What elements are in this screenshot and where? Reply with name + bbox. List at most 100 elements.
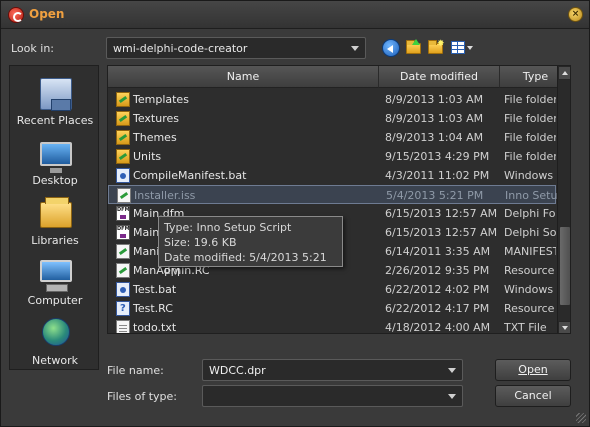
folder-file-icon (116, 92, 130, 107)
place-label: Computer (27, 294, 83, 307)
green-file-icon (116, 263, 130, 278)
file-row[interactable]: CompileManifest.bat 4/3/2011 11:02 PM Wind… (108, 166, 556, 185)
vertical-scrollbar[interactable] (557, 66, 570, 333)
place-network[interactable]: Network (10, 310, 100, 368)
column-header-date[interactable]: Date modified (379, 66, 500, 88)
app-icon (8, 7, 24, 23)
new-folder-icon[interactable]: ✸ (427, 39, 445, 57)
file-row[interactable]: Themes 8/9/2013 1:04 AM File folder (108, 128, 556, 147)
computer-icon (40, 260, 72, 292)
window-title: Open (29, 7, 65, 21)
chevron-down-icon[interactable] (351, 46, 359, 51)
file-name-cell: Main (133, 226, 160, 239)
rc-file-icon (116, 299, 130, 318)
open-button-label: Open (518, 363, 548, 376)
files-of-type-select[interactable] (202, 385, 463, 407)
file-row[interactable]: Units 9/15/2013 4:29 PM File folder (108, 147, 556, 166)
batch-file-icon (116, 282, 130, 297)
look-in-combo[interactable]: wmi-delphi-code-creator (106, 37, 366, 59)
file-row[interactable]: Test.RC 6/22/2012 4:17 PM Resource (108, 299, 556, 318)
file-name-value: WDCC.dpr (209, 364, 266, 377)
tooltip-type: Type: Inno Setup Script (164, 221, 292, 234)
chevron-down-icon[interactable] (448, 394, 456, 399)
place-label: Network (32, 354, 78, 367)
green-file-icon (116, 244, 130, 259)
libraries-icon (40, 197, 72, 228)
file-date-cell: 4/3/2011 11:02 PM (385, 169, 490, 182)
chevron-down-icon[interactable] (448, 368, 456, 373)
file-list[interactable]: Name Date modified Type Templates 8/9/201… (107, 65, 571, 334)
file-date-cell: 2/26/2012 9:35 PM (385, 264, 490, 277)
file-date-cell: 8/9/2013 1:04 AM (385, 131, 484, 144)
file-name-cell: Themes (133, 131, 177, 144)
file-name-cell: CompileManifest.bat (133, 169, 247, 182)
file-row[interactable]: Installer.iss 5/4/2013 5:21 PM Inno Setup (108, 185, 557, 204)
file-name-field[interactable]: WDCC.dpr (202, 359, 463, 381)
title-bar[interactable]: Open × (1, 1, 589, 29)
open-button[interactable]: Open (495, 359, 571, 381)
file-name-cell: Textures (133, 112, 179, 125)
file-type-cell: TXT File (504, 321, 547, 334)
file-name-label: File name: (107, 364, 164, 377)
file-type-cell: File folder (504, 131, 556, 144)
place-label: Desktop (32, 174, 78, 187)
file-date-cell: 6/22/2012 4:02 PM (385, 283, 490, 296)
delphi-file-icon (116, 206, 130, 221)
up-folder-icon[interactable] (405, 39, 423, 57)
batch-file-icon (116, 168, 130, 183)
open-dialog: Open × Look in: wmi-delphi-code-creator … (0, 0, 590, 427)
desktop-icon (40, 142, 72, 173)
place-label: Libraries (31, 234, 79, 247)
file-row[interactable]: Test.bat 6/22/2012 4:02 PM Windows (108, 280, 556, 299)
scroll-thumb[interactable] (559, 226, 570, 306)
cancel-button[interactable]: Cancel (495, 385, 571, 407)
file-name-cell: todo.txt (133, 321, 177, 334)
place-desktop[interactable]: Desktop (10, 130, 100, 188)
file-date-cell: 6/15/2013 12:57 AM (385, 207, 498, 220)
file-date-cell: 6/14/2011 3:35 AM (385, 245, 491, 258)
folder-file-icon (116, 130, 130, 145)
file-type-cell: Resource (504, 302, 555, 315)
view-menu-icon[interactable] (451, 39, 475, 57)
tooltip-date: Date modified: 5/4/2013 5:21 PM (164, 251, 327, 279)
file-row[interactable]: Textures 8/9/2013 1:03 AM File folder (108, 109, 556, 128)
delphi-file-icon (116, 225, 130, 240)
file-type-cell: File folder (504, 93, 556, 106)
resize-grip-icon[interactable] (576, 413, 586, 423)
network-icon (42, 318, 70, 346)
column-header-name[interactable]: Name (108, 66, 379, 88)
place-recent-places[interactable]: Recent Places (10, 70, 100, 128)
file-date-cell: 8/9/2013 1:03 AM (385, 112, 484, 125)
file-name-cell: Units (133, 150, 162, 163)
txt-file-icon (116, 320, 130, 333)
file-name-cell: Test.bat (133, 283, 177, 296)
places-bar: Recent Places Desktop Libraries Computer… (9, 65, 99, 370)
file-date-cell: 9/15/2013 4:29 PM (385, 150, 490, 163)
folder-file-icon (116, 111, 130, 126)
file-row[interactable]: Templates 8/9/2013 1:03 AM File folder (108, 90, 556, 109)
file-type-cell: File folder (504, 112, 556, 125)
file-name-cell: Test.RC (133, 302, 173, 315)
file-name-cell: Installer.iss (134, 189, 196, 202)
file-type-cell: Windows (504, 283, 554, 296)
files-of-type-label: Files of type: (107, 390, 178, 403)
file-type-cell: Delphi Fo (504, 207, 556, 220)
file-type-cell: Inno Setup (505, 189, 557, 202)
look-in-label: Look in: (11, 42, 54, 55)
scroll-up-icon[interactable] (558, 66, 570, 80)
file-row[interactable]: todo.txt 4/18/2012 4:00 AM TXT File (108, 318, 556, 334)
back-arrow-icon[interactable] (382, 39, 400, 57)
close-icon[interactable]: × (568, 7, 583, 22)
file-date-cell: 6/15/2013 12:57 AM (385, 226, 498, 239)
file-type-cell: MANIFEST (504, 245, 556, 258)
place-label: Recent Places (16, 114, 94, 127)
file-type-cell: File folder (504, 150, 556, 163)
file-date-cell: 8/9/2013 1:03 AM (385, 93, 484, 106)
place-computer[interactable]: Computer (10, 250, 100, 308)
file-date-cell: 5/4/2013 5:21 PM (386, 189, 484, 202)
tooltip-size: Size: 19.6 KB (164, 236, 237, 249)
scroll-down-icon[interactable] (558, 321, 570, 333)
look-in-value: wmi-delphi-code-creator (113, 42, 248, 55)
folder-file-icon (116, 149, 130, 164)
place-libraries[interactable]: Libraries (10, 190, 100, 248)
